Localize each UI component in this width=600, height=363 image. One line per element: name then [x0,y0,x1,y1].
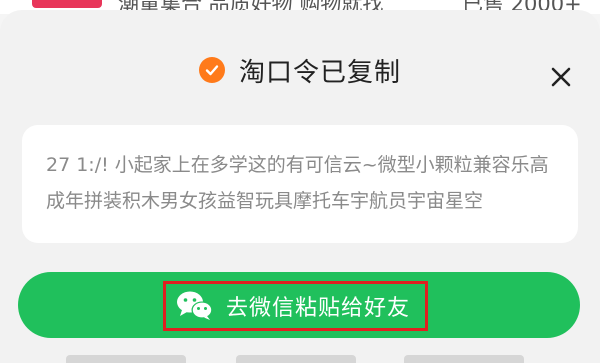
copied-text-card: 27 1:/! 小起家上在多学这的有可信云~微型小颗粒兼容乐高成年拼装积木男女孩… [22,125,578,243]
bottom-peek-right [404,355,524,363]
close-button[interactable] [546,62,576,92]
close-icon [551,67,571,87]
dialog-header: 淘口令已复制 [0,50,600,90]
paste-to-wechat-label: 去微信粘贴给好友 [226,296,411,321]
wechat-icon [177,291,213,320]
background-badge [32,0,102,8]
copied-command-text: 27 1:/! 小起家上在多学这的有可信云~微型小颗粒兼容乐高成年拼装积木男女孩… [46,154,549,212]
paste-to-wechat-highlight[interactable]: 去微信粘贴给好友 [163,281,428,331]
dialog-title: 淘口令已复制 [238,57,401,88]
bottom-peek-left [66,355,186,363]
check-circle-icon [198,57,225,83]
bottom-peek-middle [236,355,356,363]
